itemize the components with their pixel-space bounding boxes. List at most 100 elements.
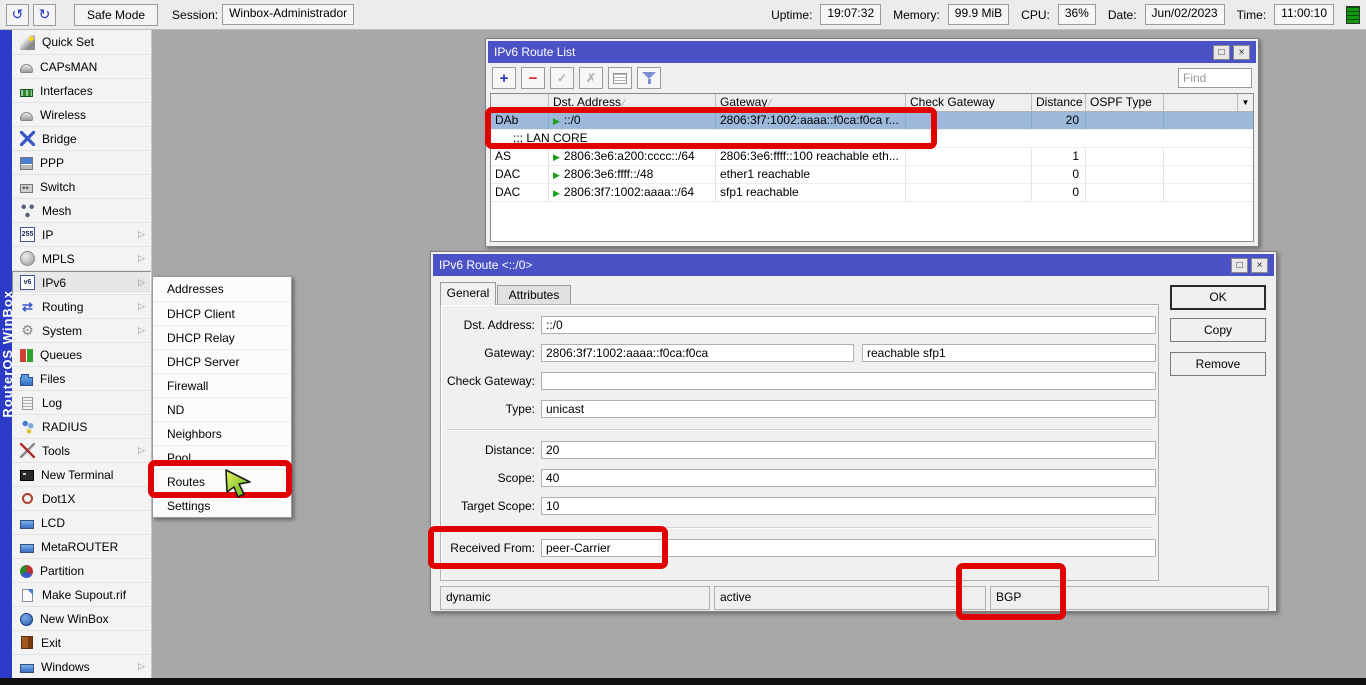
remove-button[interactable]: Remove [1170, 352, 1266, 376]
table-row[interactable]: DAb ▶::/0 2806:3f7:1002:aaaa::f0ca:f0ca … [491, 112, 1253, 130]
sidebar-item-ipv6[interactable]: v6IPv6▷ [12, 270, 151, 294]
sidebar-item-new-terminal[interactable]: New Terminal [12, 462, 151, 486]
sidebar-item-interfaces[interactable]: Interfaces [12, 78, 151, 102]
check-gateway-column-header[interactable]: Check Gateway [906, 94, 1032, 111]
tab-general[interactable]: General [440, 282, 496, 305]
gateway-column-header[interactable]: Gateway∕ [716, 94, 906, 111]
target-scope-field[interactable]: 10 [541, 497, 1156, 515]
sidebar-item-lcd[interactable]: LCD [12, 510, 151, 534]
submenu-item-neighbors[interactable]: Neighbors [153, 421, 291, 445]
ipv6-route-dialog: IPv6 Route <::/0> □ × General Attributes… [430, 251, 1277, 612]
sidebar-item-windows[interactable]: Windows▷ [12, 654, 151, 678]
sidebar-item-mpls[interactable]: MPLS▷ [12, 246, 151, 270]
mesh-icon [20, 203, 35, 218]
type-field[interactable]: unicast [541, 400, 1156, 418]
ipv6-route-list-window: IPv6 Route List □ × + − ✓ ✗ Dst. Address… [485, 38, 1259, 247]
received-from-field[interactable]: peer-Carrier [541, 539, 1156, 557]
table-row-comment[interactable]: ;;; LAN CORE [491, 130, 1253, 148]
close-icon[interactable]: × [1251, 258, 1268, 273]
sidebar-item-make-supout[interactable]: Make Supout.rif [12, 582, 151, 606]
submenu-item-nd[interactable]: ND [153, 397, 291, 421]
flags-column-header[interactable] [491, 94, 549, 111]
gateway-field[interactable]: 2806:3f7:1002:aaaa::f0ca:f0ca [541, 344, 854, 362]
system-stats: Uptime: 19:07:32 Memory: 99.9 MiB CPU: 3… [763, 4, 1360, 25]
sidebar-item-ip[interactable]: 255IP▷ [12, 222, 151, 246]
route-list-titlebar[interactable]: IPv6 Route List □ × [488, 41, 1256, 63]
submenu-item-firewall[interactable]: Firewall [153, 373, 291, 397]
sidebar-item-log[interactable]: Log [12, 390, 151, 414]
sidebar-item-label: Quick Set [42, 35, 94, 49]
ok-button[interactable]: OK [1170, 285, 1266, 310]
sidebar-item-exit[interactable]: Exit [12, 630, 151, 654]
row-ospf-type [1086, 148, 1164, 165]
maximize-icon[interactable]: □ [1213, 45, 1230, 60]
row-filler [1164, 166, 1253, 183]
table-row[interactable]: DAC ▶2806:3f7:1002:aaaa::/64 sfp1 reacha… [491, 184, 1253, 202]
comment-button[interactable] [608, 67, 632, 89]
sidebar-item-radius[interactable]: RADIUS [12, 414, 151, 438]
dst-address-label: Dst. Address: [441, 318, 541, 332]
check-gateway-field[interactable] [541, 372, 1156, 390]
copy-button[interactable]: Copy [1170, 318, 1266, 342]
cross-icon: ✗ [586, 71, 596, 85]
column-dropdown-button[interactable]: ▼ [1237, 94, 1253, 111]
top-toolbar: ↺ ↻ Safe Mode Session: Winbox-Administra… [0, 0, 1366, 30]
filter-button[interactable] [637, 67, 661, 89]
ospf-type-column-header[interactable]: OSPF Type [1086, 94, 1164, 111]
sidebar-item-dot1x[interactable]: Dot1X [12, 486, 151, 510]
session-value[interactable]: Winbox-Administrador [222, 4, 354, 25]
target-scope-label: Target Scope: [441, 499, 541, 513]
close-icon[interactable]: × [1233, 45, 1250, 60]
scope-field[interactable]: 40 [541, 469, 1156, 487]
submenu-item-settings[interactable]: Settings [153, 493, 291, 517]
distance-column-header[interactable]: Distance [1032, 94, 1086, 111]
exit-icon [21, 636, 33, 649]
sidebar-item-wireless[interactable]: Wireless [12, 102, 151, 126]
sidebar-item-tools[interactable]: Tools▷ [12, 438, 151, 462]
submenu-item-dhcp-server[interactable]: DHCP Server [153, 349, 291, 373]
cpu-label: CPU: [1021, 8, 1050, 22]
find-input[interactable] [1179, 69, 1251, 87]
redo-button[interactable]: ↻ [33, 4, 56, 26]
sidebar-item-label: IPv6 [42, 276, 66, 290]
table-row[interactable]: DAC ▶2806:3e6:ffff::/48 ether1 reachable… [491, 166, 1253, 184]
row-comment: ;;; LAN CORE [491, 130, 1253, 147]
sidebar-item-new-winbox[interactable]: New WinBox [12, 606, 151, 630]
partition-icon [20, 565, 33, 578]
sidebar-item-metarouter[interactable]: MetaROUTER [12, 534, 151, 558]
sidebar-item-switch[interactable]: Switch [12, 174, 151, 198]
dst-address-column-header[interactable]: Dst. Address∕ [549, 94, 716, 111]
tab-attributes[interactable]: Attributes [497, 285, 571, 305]
sidebar-item-files[interactable]: Files [12, 366, 151, 390]
undo-button[interactable]: ↺ [6, 4, 29, 26]
sidebar-item-quick-set[interactable]: Quick Set [12, 30, 151, 54]
sidebar-item-partition[interactable]: Partition [12, 558, 151, 582]
maximize-icon[interactable]: □ [1231, 258, 1248, 273]
sidebar-item-system[interactable]: ⚙System▷ [12, 318, 151, 342]
table-row[interactable]: AS ▶2806:3e6:a200:cccc::/64 2806:3e6:fff… [491, 148, 1253, 166]
sidebar-item-bridge[interactable]: Bridge [12, 126, 151, 150]
sidebar-item-mesh[interactable]: Mesh [12, 198, 151, 222]
remove-route-button[interactable]: − [521, 67, 545, 89]
add-route-button[interactable]: + [492, 67, 516, 89]
dst-address-field[interactable]: ::/0 [541, 316, 1156, 334]
dot1x-icon [22, 493, 33, 504]
submenu-item-addresses[interactable]: Addresses [153, 277, 291, 301]
distance-field[interactable]: 20 [541, 441, 1156, 459]
sidebar-item-ppp[interactable]: PPP [12, 150, 151, 174]
submenu-item-routes[interactable]: Routes [153, 469, 291, 493]
sidebar-item-capsman[interactable]: CAPsMAN [12, 54, 151, 78]
submenu-item-dhcp-client[interactable]: DHCP Client [153, 301, 291, 325]
sidebar-item-routing[interactable]: ⇄Routing▷ [12, 294, 151, 318]
disable-route-button[interactable]: ✗ [579, 67, 603, 89]
sort-asc-icon: ∕ [623, 98, 625, 109]
row-dst-text: 2806:3f7:1002:aaaa::/64 [564, 185, 694, 199]
gateway-label: Gateway: [441, 346, 541, 360]
enable-route-button[interactable]: ✓ [550, 67, 574, 89]
safe-mode-button[interactable]: Safe Mode [74, 4, 158, 26]
submenu-item-dhcp-relay[interactable]: DHCP Relay [153, 325, 291, 349]
submenu-item-pool[interactable]: Pool [153, 445, 291, 469]
sidebar-item-queues[interactable]: Queues [12, 342, 151, 366]
row-flags: DAC [491, 166, 549, 183]
route-dialog-titlebar[interactable]: IPv6 Route <::/0> □ × [433, 254, 1274, 276]
